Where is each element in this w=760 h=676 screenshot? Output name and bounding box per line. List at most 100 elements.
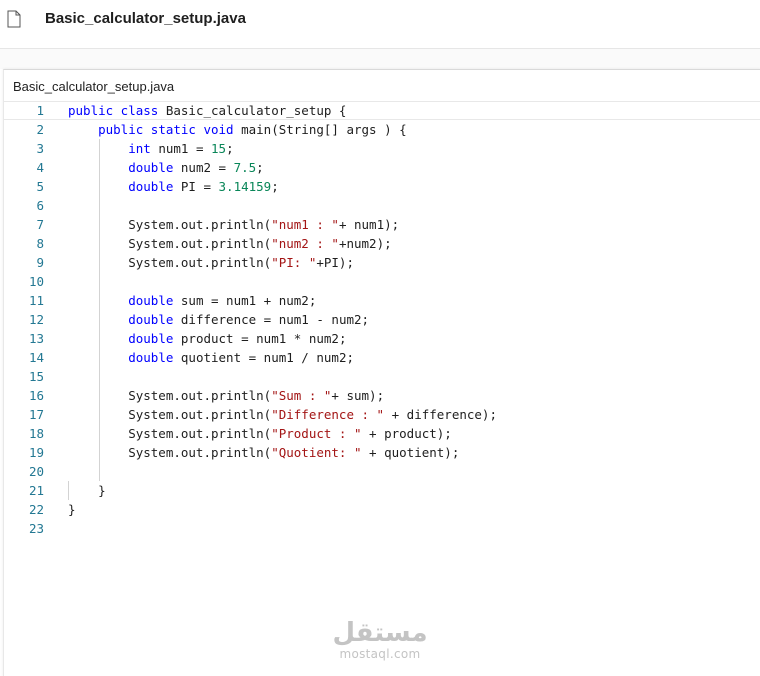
code-text: double sum = num1 + num2; [68, 291, 316, 310]
file-title[interactable]: Basic_calculator_setup.java [45, 10, 246, 27]
line-number: 13 [28, 331, 44, 346]
code-token: +num2); [338, 236, 392, 251]
code-text: double PI = 3.14159; [68, 177, 279, 196]
code-token: main(String[] args ) { [233, 122, 407, 137]
code-line[interactable]: 19 System.out.println("Quotient: " + quo… [4, 443, 760, 462]
code-line[interactable]: 8 System.out.println("num2 : "+num2); [4, 234, 760, 253]
code-line[interactable]: 18 System.out.println("Product : " + pro… [4, 424, 760, 443]
code-line[interactable]: 10 [4, 272, 760, 291]
line-number: 17 [28, 407, 44, 422]
indent-guide [99, 196, 100, 215]
line-number: 19 [28, 445, 44, 460]
code-line[interactable]: 9 System.out.println("PI: "+PI); [4, 253, 760, 272]
string-token: "num1 : " [271, 217, 339, 232]
code-line[interactable]: 7 System.out.println("num1 : "+ num1); [4, 215, 760, 234]
code-token: PI = [173, 179, 219, 194]
code-token: } [68, 502, 76, 517]
code-line[interactable]: 14 double quotient = num1 / num2; [4, 348, 760, 367]
editor-file-name: Basic_calculator_setup.java [13, 79, 175, 94]
code-text: } [68, 500, 76, 519]
code-editor[interactable]: Basic_calculator_setup.java 1 public clas… [3, 69, 760, 676]
divider-strip [0, 49, 760, 69]
code-line[interactable]: 13 double product = num1 * num2; [4, 329, 760, 348]
line-number: 22 [28, 502, 44, 517]
code-line[interactable]: 23 [4, 519, 760, 538]
code-line[interactable]: 11 double sum = num1 + num2; [4, 291, 760, 310]
code-line[interactable]: 3 int num1 = 15; [4, 139, 760, 158]
line-number: 9 [36, 255, 44, 270]
code-token: num2 = [173, 160, 234, 175]
keyword-token: int [128, 141, 151, 156]
line-number: 12 [28, 312, 44, 327]
code-text: System.out.println("PI: "+PI); [68, 253, 354, 272]
code-line[interactable]: 16 System.out.println("Sum : "+ sum); [4, 386, 760, 405]
code-text: System.out.println("Product : " + produc… [68, 424, 452, 443]
string-token: "Quotient: " [271, 445, 362, 460]
code-text: public static void main(String[] args ) … [68, 120, 407, 139]
code-token: System.out.println( [68, 426, 272, 441]
code-token: product = num1 * num2; [173, 331, 347, 346]
code-token: quotient = num1 / num2; [173, 350, 354, 365]
code-line[interactable]: 17 System.out.println("Difference : " + … [4, 405, 760, 424]
keyword-token: double [128, 179, 174, 194]
string-token: "num2 : " [271, 236, 339, 251]
line-number: 15 [28, 369, 44, 384]
code-text: double difference = num1 - num2; [68, 310, 369, 329]
number-token: 7.5 [233, 160, 257, 175]
code-token: } [68, 483, 106, 498]
code-token: ; [256, 160, 264, 175]
line-number: 11 [28, 293, 44, 308]
string-token: "Sum : " [271, 388, 332, 403]
code-line[interactable]: 5 double PI = 3.14159; [4, 177, 760, 196]
code-text: System.out.println("Quotient: " + quotie… [68, 443, 459, 462]
line-number: 23 [28, 521, 44, 536]
code-line[interactable]: 20 [4, 462, 760, 481]
keyword-token: double [128, 160, 174, 175]
code-text: double num2 = 7.5; [68, 158, 264, 177]
code-text: int num1 = 15; [68, 139, 233, 158]
line-number: 6 [36, 198, 44, 213]
indent-guide [99, 367, 100, 386]
line-number: 20 [28, 464, 44, 479]
code-text: System.out.println("num1 : "+ num1); [68, 215, 399, 234]
line-number: 4 [36, 160, 44, 175]
code-token: difference = num1 - num2; [173, 312, 370, 327]
code-line[interactable]: 21 } [4, 481, 760, 500]
line-number: 7 [36, 217, 44, 232]
code-line[interactable]: 15 [4, 367, 760, 386]
indent-guide [99, 272, 100, 291]
line-number: 10 [28, 274, 44, 289]
code-token: System.out.println( [68, 255, 272, 270]
code-token: System.out.println( [68, 217, 272, 232]
code-token: + difference); [384, 407, 497, 422]
indent-guide [99, 462, 100, 481]
keyword-token: double [128, 312, 174, 327]
line-number: 16 [28, 388, 44, 403]
code-text: System.out.println("Sum : "+ sum); [68, 386, 384, 405]
code-line[interactable]: 12 double difference = num1 - num2; [4, 310, 760, 329]
code-area[interactable]: 1 public class Basic_calculator_setup {2 … [4, 101, 760, 538]
code-token: Basic_calculator_setup { [158, 103, 347, 118]
string-token: "PI: " [271, 255, 317, 270]
code-token: + num1); [338, 217, 400, 232]
code-line[interactable]: 4 double num2 = 7.5; [4, 158, 760, 177]
code-token: System.out.println( [68, 388, 272, 403]
line-number: 2 [36, 122, 44, 137]
code-token: System.out.println( [68, 407, 272, 422]
line-number: 21 [28, 483, 44, 498]
code-text: System.out.println("Difference : " + dif… [68, 405, 497, 424]
code-line[interactable]: 2 public static void main(String[] args … [4, 120, 760, 139]
code-line[interactable]: 22} [4, 500, 760, 519]
number-token: 3.14159 [218, 179, 272, 194]
line-number: 8 [36, 236, 44, 251]
keyword-token: double [128, 331, 174, 346]
code-line[interactable]: 6 [4, 196, 760, 215]
line-number: 1 [36, 103, 44, 118]
code-line[interactable]: 1 public class Basic_calculator_setup { [4, 101, 760, 120]
